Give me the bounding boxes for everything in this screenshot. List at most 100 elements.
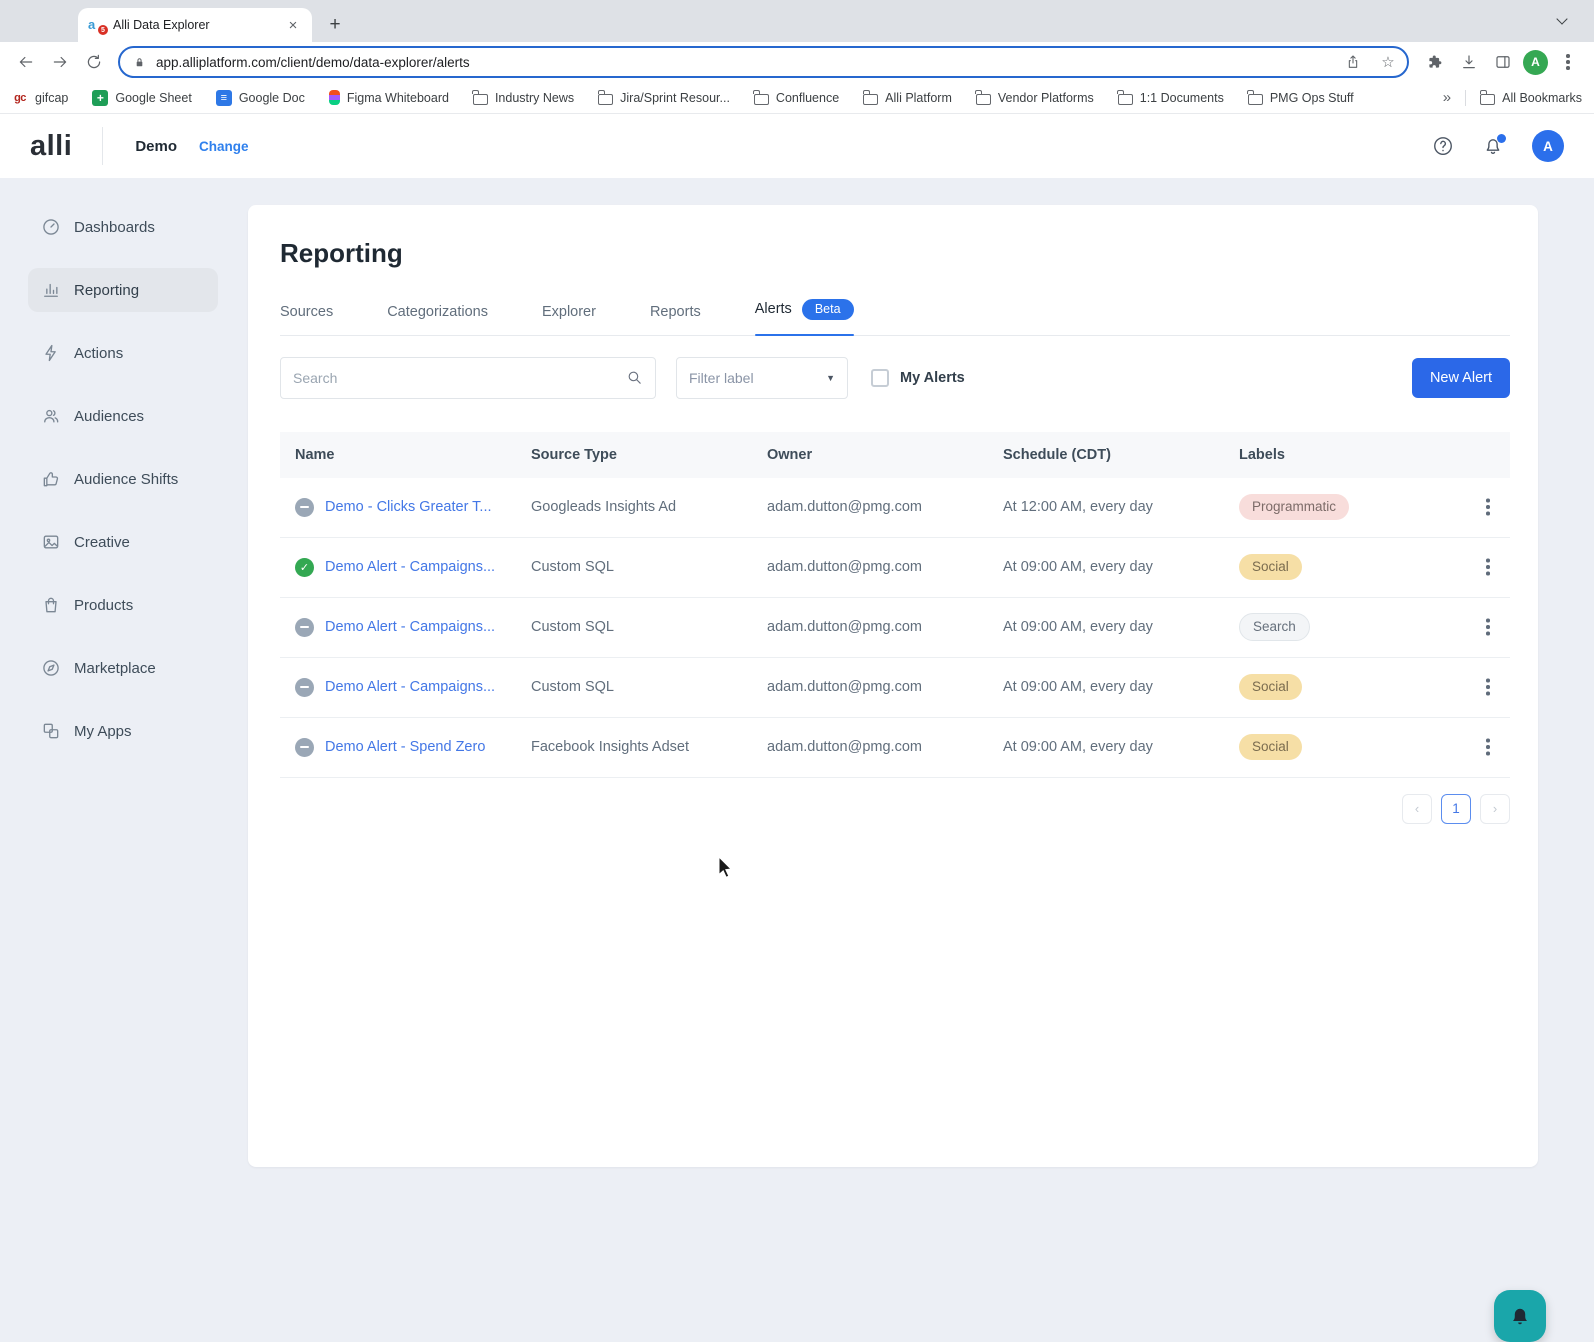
bookmark-item[interactable]: gifcap bbox=[12, 90, 68, 106]
sidebar-item-label: Reporting bbox=[74, 282, 139, 299]
sidebar-item[interactable]: Marketplace bbox=[28, 646, 218, 690]
owner-cell: adam.dutton@pmg.com bbox=[767, 559, 1003, 575]
alert-status-icon bbox=[295, 678, 314, 697]
bookmark-icon bbox=[1248, 94, 1263, 105]
row-menu-icon[interactable] bbox=[1474, 733, 1502, 761]
report-tab[interactable]: Alerts Beta bbox=[755, 299, 854, 335]
help-icon[interactable] bbox=[1432, 135, 1454, 157]
bookmark-item[interactable]: Industry News bbox=[473, 91, 574, 105]
alert-name-link[interactable]: Demo - Clicks Greater T... bbox=[325, 499, 492, 515]
bookmarks-overflow-chevron[interactable]: » bbox=[1443, 89, 1451, 106]
table-header-row: Name Source Type Owner Schedule (CDT) La… bbox=[280, 432, 1510, 478]
table-row: Demo Alert - Campaigns... Custom SQL ada… bbox=[280, 538, 1510, 598]
bookmark-item[interactable]: Google Sheet bbox=[92, 90, 191, 106]
bookmark-item[interactable]: Figma Whiteboard bbox=[329, 90, 449, 105]
schedule-cell: At 09:00 AM, every day bbox=[1003, 739, 1239, 755]
row-menu-icon[interactable] bbox=[1474, 673, 1502, 701]
bookmark-item[interactable]: Alli Platform bbox=[863, 91, 952, 105]
sidebar-nav: Dashboards Reporting Actions Audiences A… bbox=[0, 178, 248, 772]
sidebar-item-icon bbox=[41, 343, 61, 363]
current-page-button[interactable]: 1 bbox=[1441, 794, 1471, 824]
owner-cell: adam.dutton@pmg.com bbox=[767, 619, 1003, 635]
report-tab[interactable]: Sources bbox=[280, 304, 333, 335]
sidebar-item-icon bbox=[41, 406, 61, 426]
prev-page-button[interactable]: ‹ bbox=[1402, 794, 1432, 824]
url-text[interactable]: app.alliplatform.com/client/demo/data-ex… bbox=[156, 55, 1331, 70]
side-panel-icon[interactable] bbox=[1487, 46, 1519, 78]
favicon-letter: a bbox=[88, 17, 95, 32]
browser-tab[interactable]: a 5 Alli Data Explorer × bbox=[78, 8, 312, 42]
client-name: Demo bbox=[135, 138, 177, 155]
bookmark-item[interactable]: PMG Ops Stuff bbox=[1248, 91, 1354, 105]
bookmark-item[interactable]: 1:1 Documents bbox=[1118, 91, 1224, 105]
label-pill: Social bbox=[1239, 734, 1302, 760]
url-bar[interactable]: app.alliplatform.com/client/demo/data-ex… bbox=[118, 46, 1409, 78]
browser-profile-avatar[interactable]: A bbox=[1523, 50, 1548, 75]
sidebar-item[interactable]: Creative bbox=[28, 520, 218, 564]
sidebar-item[interactable]: Audiences bbox=[28, 394, 218, 438]
all-bookmarks-button[interactable]: All Bookmarks bbox=[1480, 91, 1582, 105]
row-menu-icon[interactable] bbox=[1474, 613, 1502, 641]
next-page-button[interactable]: › bbox=[1480, 794, 1510, 824]
tabstrip-chevron-icon[interactable] bbox=[1550, 9, 1574, 33]
column-header-labels: Labels bbox=[1239, 447, 1466, 463]
row-menu-icon[interactable] bbox=[1474, 553, 1502, 581]
sidebar-item[interactable]: Dashboards bbox=[28, 205, 218, 249]
my-alerts-toggle[interactable]: My Alerts bbox=[871, 369, 965, 387]
report-tab[interactable]: Categorizations bbox=[387, 304, 488, 335]
bookmark-item[interactable]: Vendor Platforms bbox=[976, 91, 1094, 105]
bookmark-label: Google Sheet bbox=[115, 91, 191, 105]
sidebar-item-icon bbox=[41, 658, 61, 678]
bookmark-icon bbox=[598, 94, 613, 105]
report-tab[interactable]: Reports bbox=[650, 304, 701, 335]
report-tab[interactable]: Explorer bbox=[542, 304, 596, 335]
bookmark-icon bbox=[12, 90, 28, 106]
alli-logo[interactable]: alli bbox=[30, 130, 72, 163]
downloads-icon[interactable] bbox=[1453, 46, 1485, 78]
row-menu-icon[interactable] bbox=[1474, 493, 1502, 521]
bookmark-icon bbox=[976, 94, 991, 105]
forward-button[interactable] bbox=[44, 46, 76, 78]
search-input[interactable] bbox=[293, 370, 626, 386]
all-bookmarks-label: All Bookmarks bbox=[1502, 91, 1582, 105]
notifications-bell-icon[interactable] bbox=[1482, 135, 1504, 157]
change-client-link[interactable]: Change bbox=[199, 139, 249, 154]
search-box[interactable] bbox=[280, 357, 656, 399]
alert-status-icon bbox=[295, 738, 314, 757]
column-header-schedule: Schedule (CDT) bbox=[1003, 447, 1239, 463]
sidebar-item-icon bbox=[41, 595, 61, 615]
schedule-cell: At 09:00 AM, every day bbox=[1003, 559, 1239, 575]
sidebar-item[interactable]: Products bbox=[28, 583, 218, 627]
bookmark-item[interactable]: Confluence bbox=[754, 91, 839, 105]
bookmarks-bar: gifcap Google Sheet Google Doc Figma Whi… bbox=[0, 82, 1594, 114]
bookmark-item[interactable]: Google Doc bbox=[216, 90, 305, 106]
alert-name-link[interactable]: Demo Alert - Campaigns... bbox=[325, 559, 495, 575]
new-alert-button[interactable]: New Alert bbox=[1412, 358, 1510, 398]
sidebar-item[interactable]: My Apps bbox=[28, 709, 218, 753]
alert-name-link[interactable]: Demo Alert - Spend Zero bbox=[325, 739, 485, 755]
bookmark-icon bbox=[329, 90, 340, 105]
table-row: Demo Alert - Spend Zero Facebook Insight… bbox=[280, 718, 1510, 778]
bookmark-item[interactable]: Jira/Sprint Resour... bbox=[598, 91, 730, 105]
report-tab-label: Alerts bbox=[755, 301, 792, 317]
chat-widget-button[interactable] bbox=[1494, 1290, 1546, 1342]
sidebar-item-label: Marketplace bbox=[74, 660, 156, 677]
browser-menu-icon[interactable] bbox=[1552, 46, 1584, 78]
alert-name-link[interactable]: Demo Alert - Campaigns... bbox=[325, 679, 495, 695]
header-divider bbox=[102, 127, 103, 165]
sidebar-item[interactable]: Reporting bbox=[28, 268, 218, 312]
back-button[interactable] bbox=[10, 46, 42, 78]
tab-close-icon[interactable]: × bbox=[284, 16, 302, 34]
extensions-icon[interactable] bbox=[1419, 46, 1451, 78]
sidebar-item[interactable]: Audience Shifts bbox=[28, 457, 218, 501]
share-icon[interactable] bbox=[1340, 49, 1366, 75]
sidebar-item[interactable]: Actions bbox=[28, 331, 218, 375]
reload-button[interactable] bbox=[78, 46, 110, 78]
bookmark-star-icon[interactable]: ☆ bbox=[1375, 49, 1401, 75]
user-avatar[interactable]: A bbox=[1532, 130, 1564, 162]
filter-label-dropdown[interactable]: Filter label ▼ bbox=[676, 357, 848, 399]
my-alerts-checkbox[interactable] bbox=[871, 369, 889, 387]
alert-name-link[interactable]: Demo Alert - Campaigns... bbox=[325, 619, 495, 635]
new-tab-button[interactable]: + bbox=[320, 10, 350, 40]
page-body: Dashboards Reporting Actions Audiences A… bbox=[0, 178, 1594, 1206]
